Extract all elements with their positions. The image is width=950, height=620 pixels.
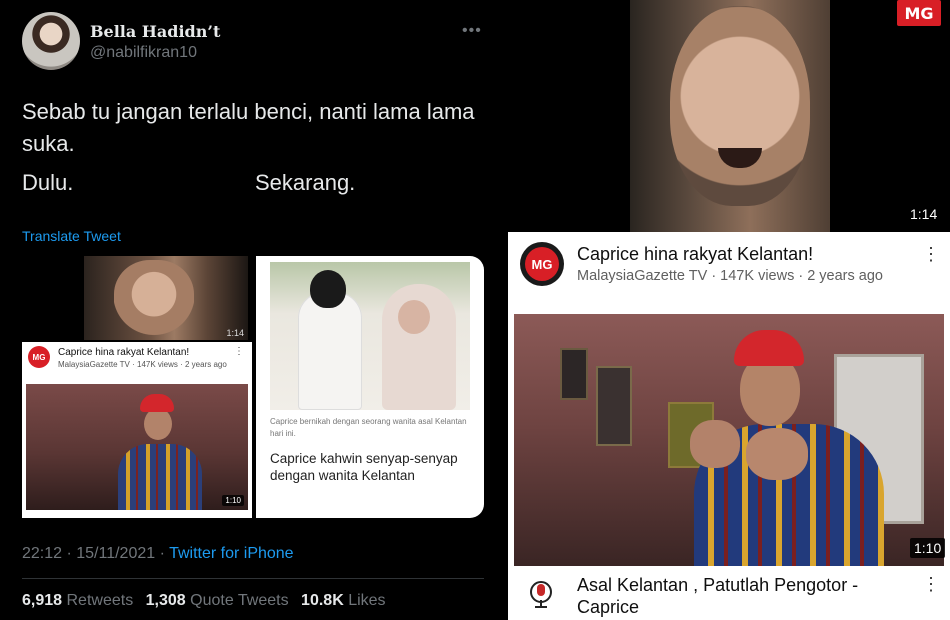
- label-before: Dulu.: [22, 170, 74, 195]
- face-image: [670, 6, 810, 206]
- mini-video-thumbnail-2: 1:10: [26, 384, 248, 510]
- handle[interactable]: @nabilfikran10: [90, 44, 197, 62]
- tweet-timestamp: 22:12 · 15/11/2021 · Twitter for iPhone: [22, 545, 294, 563]
- likes-label[interactable]: Likes: [348, 592, 385, 609]
- retweets-count[interactable]: 6,918: [22, 592, 62, 609]
- mini-youtube-card: MG Caprice hina rakyat Kelantan! Malaysi…: [22, 342, 252, 518]
- wedding-caption: Caprice bernikah dengan seorang wanita a…: [270, 417, 467, 438]
- mini-video-title: Caprice hina rakyat Kelantan!: [58, 347, 190, 358]
- media-image-after[interactable]: Caprice bernikah dengan seorang wanita a…: [256, 256, 484, 518]
- avatar[interactable]: [22, 12, 80, 70]
- tweet: Bella Hadidn’t @nabilfikran10 ••• Sebab …: [0, 0, 500, 620]
- display-name[interactable]: Bella Hadidn’t: [90, 22, 220, 41]
- mini-duration: 1:10: [222, 495, 244, 506]
- face-image: [114, 260, 194, 336]
- channel-watermark: MG: [897, 0, 941, 26]
- translate-tweet-link[interactable]: Translate Tweet: [22, 228, 121, 244]
- channel-logo: MG: [28, 346, 50, 368]
- video-title[interactable]: Caprice hina rakyat Kelantan!: [577, 244, 813, 265]
- next-video-title[interactable]: Asal Kelantan , Patutlah Pengotor - Capr…: [577, 574, 907, 618]
- video-meta: MalaysiaGazette TV · 147K views · 2 year…: [577, 268, 883, 284]
- more-vertical-icon[interactable]: ⋮: [922, 574, 940, 595]
- source-link[interactable]: Twitter for iPhone: [169, 545, 294, 562]
- quotes-count[interactable]: 1,308: [146, 592, 186, 609]
- mini-video-thumbnail: 1:14: [84, 256, 248, 340]
- more-vertical-icon[interactable]: ⋮: [922, 244, 940, 265]
- more-vertical-icon: ⋮: [234, 346, 244, 357]
- youtube-video-card: MG Caprice hina rakyat Kelantan! Malaysi…: [508, 232, 950, 620]
- more-horizontal-icon[interactable]: •••: [462, 22, 482, 40]
- top-video-frame[interactable]: [630, 0, 950, 232]
- video-thumbnail[interactable]: [514, 314, 944, 566]
- video-duration: 1:10: [910, 538, 946, 558]
- tweet-stats: 6,918 Retweets 1,308 Quote Tweets 10.8K …: [22, 592, 386, 610]
- wedding-headline: Caprice kahwin senyap-senyap dengan wani…: [270, 451, 458, 483]
- microphone-logo-icon: [530, 581, 552, 608]
- wedding-photo: [270, 262, 470, 410]
- mini-video-meta: MalaysiaGazette TV · 147K views · 2 year…: [58, 360, 227, 369]
- media-image-before[interactable]: 1:14 MG Caprice hina rakyat Kelantan! Ma…: [22, 256, 252, 518]
- channel-avatar[interactable]: MG: [520, 242, 564, 286]
- quotes-label[interactable]: Quote Tweets: [190, 592, 288, 609]
- label-after: Sekarang.: [255, 170, 356, 195]
- mini-video-time: 1:14: [226, 328, 244, 338]
- divider: [22, 578, 484, 579]
- top-video-time: 1:14: [910, 206, 938, 222]
- retweets-label[interactable]: Retweets: [67, 592, 134, 609]
- channel-logo: MG: [525, 247, 559, 281]
- tweet-text: Sebab tu jangan terlalu benci, nanti lam…: [22, 99, 475, 156]
- timestamp-text[interactable]: 22:12 · 15/11/2021 ·: [22, 545, 169, 562]
- likes-count[interactable]: 10.8K: [301, 592, 344, 609]
